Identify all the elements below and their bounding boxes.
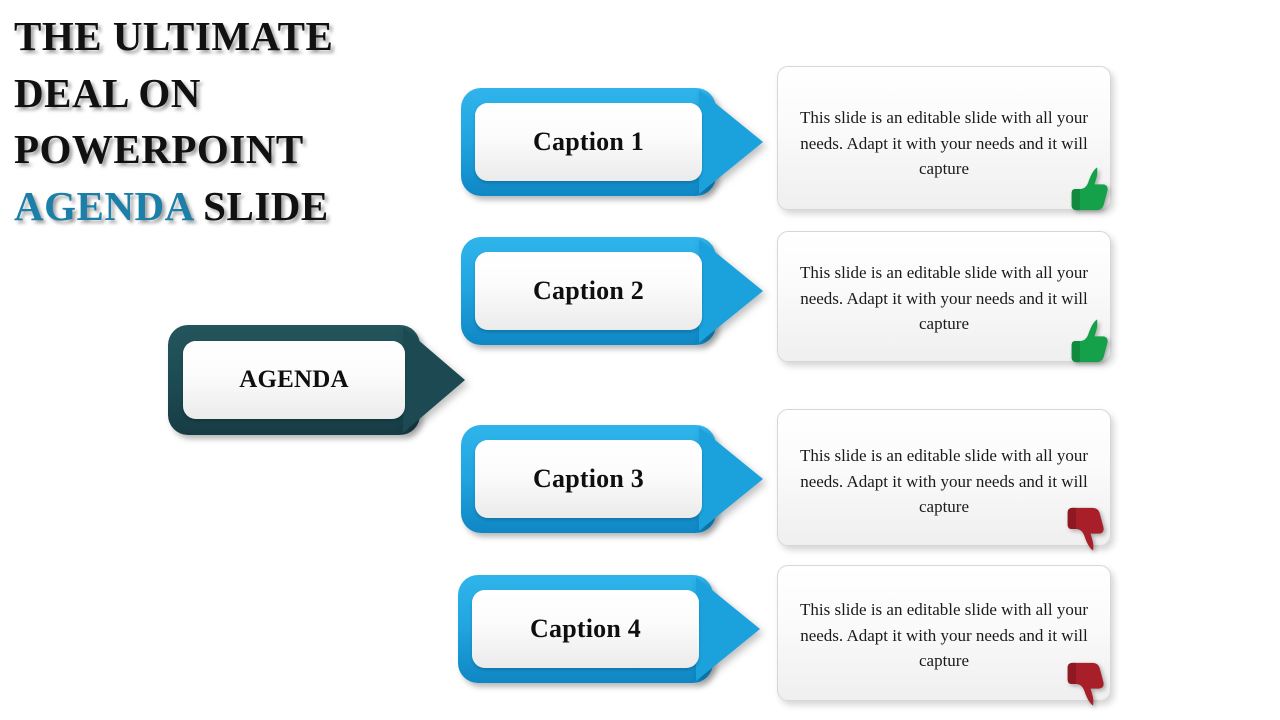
caption-chip-4[interactable]: Caption 4 (458, 575, 760, 683)
caption-chip-2-inner: Caption 2 (475, 252, 702, 330)
caption-chip-1-inner: Caption 1 (475, 103, 702, 181)
caption-chip-4-label: Caption 4 (530, 614, 641, 643)
caption-chip-4-inner: Caption 4 (472, 590, 699, 668)
caption-chip-4-arrow-icon (696, 577, 760, 681)
caption-chip-2-label: Caption 2 (533, 276, 644, 305)
caption-chip-2[interactable]: Caption 2 (461, 237, 763, 345)
thumbs-down-icon (1064, 660, 1108, 708)
thumbs-up-icon (1068, 317, 1112, 365)
description-panel-2[interactable]: This slide is an editable slide with all… (777, 231, 1112, 365)
caption-chip-1[interactable]: Caption 1 (461, 88, 763, 196)
agenda-hub-inner: AGENDA (183, 341, 405, 419)
agenda-hub-chip[interactable]: AGENDA (168, 325, 465, 435)
description-text-1: This slide is an editable slide with all… (800, 108, 1089, 178)
title-line-2: DEAL ON (14, 69, 201, 116)
thumbs-down-icon (1064, 505, 1108, 553)
description-text-3: This slide is an editable slide with all… (800, 446, 1089, 516)
caption-chip-3[interactable]: Caption 3 (461, 425, 763, 533)
caption-chip-3-label: Caption 3 (533, 464, 644, 493)
agenda-slide: THE ULTIMATE DEAL ON POWERPOINT AGENDA S… (0, 0, 1280, 720)
description-text-2: This slide is an editable slide with all… (800, 263, 1089, 333)
caption-chip-3-arrow-icon (699, 427, 763, 531)
description-panel-3[interactable]: This slide is an editable slide with all… (777, 409, 1111, 551)
caption-chip-3-inner: Caption 3 (475, 440, 702, 518)
caption-chip-1-label: Caption 1 (533, 127, 644, 156)
title-line-4: AGENDA SLIDE (14, 178, 444, 235)
title-line-1: THE ULTIMATE (14, 13, 334, 59)
caption-chip-1-arrow-icon (699, 90, 763, 194)
thumbs-up-icon (1068, 165, 1112, 213)
agenda-hub-label: AGENDA (239, 366, 349, 393)
caption-chip-2-arrow-icon (699, 239, 763, 343)
description-text-4: This slide is an editable slide with all… (800, 600, 1089, 670)
title-line-3: POWERPOINT (14, 126, 304, 173)
slide-title: THE ULTIMATE DEAL ON POWERPOINT AGENDA S… (14, 8, 444, 234)
title-accent-word: AGENDA (14, 182, 193, 229)
title-plain-word: SLIDE (192, 182, 329, 229)
description-panel-1[interactable]: This slide is an editable slide with all… (777, 66, 1112, 213)
agenda-hub-arrow-icon (403, 327, 465, 433)
description-panel-4[interactable]: This slide is an editable slide with all… (777, 565, 1111, 706)
